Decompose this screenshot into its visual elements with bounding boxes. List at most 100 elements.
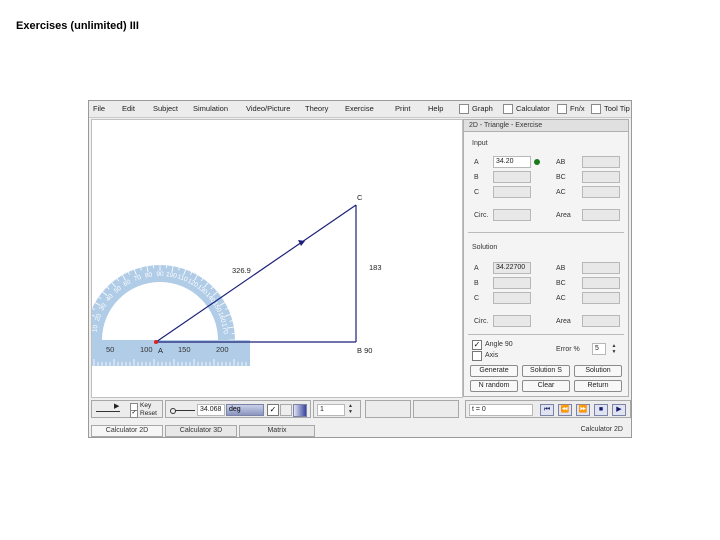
solution-label-ab: AB xyxy=(556,265,566,272)
step-forward-icon[interactable]: ⏩ xyxy=(576,404,590,416)
protractor-number: 90 xyxy=(156,271,164,278)
drawing-canvas[interactable]: 10 20 30 40 50 60 70 80 90 100 110 120 130 140 150 160 1… xyxy=(91,119,463,398)
tab-calculator-3d[interactable]: Calculator 3D xyxy=(165,425,237,437)
angle-control-group: 34.068 deg ✓ xyxy=(165,400,311,418)
line-style-icon xyxy=(96,411,120,412)
vertex-a-point[interactable] xyxy=(154,340,158,344)
pointer-line-icon xyxy=(175,410,195,411)
exercise-panel: 2D - Triangle - Exercise Input A 34.20 A… xyxy=(463,119,629,397)
menu-exercise[interactable]: Exercise xyxy=(345,104,374,113)
solution-heading: Solution xyxy=(472,244,498,251)
tab-matrix[interactable]: Matrix xyxy=(239,425,315,437)
clear-button[interactable]: Clear xyxy=(522,380,570,392)
time-field[interactable]: t = 0 xyxy=(469,404,533,416)
solution-label-b: B xyxy=(474,280,479,287)
input-label-b: B xyxy=(474,174,479,181)
input-ab-field[interactable] xyxy=(582,156,620,168)
stop-icon[interactable]: ■ xyxy=(594,404,608,416)
graph-label: Graph xyxy=(472,104,493,113)
reset-checkbox[interactable]: ✓ xyxy=(130,410,138,418)
solution-c-field xyxy=(493,292,531,304)
menu-edit[interactable]: Edit xyxy=(122,104,135,113)
input-ac-field[interactable] xyxy=(582,186,620,198)
input-c-field[interactable] xyxy=(493,186,531,198)
solution-ac-field xyxy=(582,292,620,304)
input-b-field[interactable] xyxy=(493,171,531,183)
calculator-checkbox[interactable] xyxy=(503,104,513,115)
pointer-icon xyxy=(170,408,176,414)
solution-button[interactable]: Solution xyxy=(574,365,622,377)
n-random-button[interactable]: N random xyxy=(470,380,518,392)
canvas-svg: 102030405060 70 80 90 100 1101201301401501601… xyxy=(92,193,382,366)
menu-subject[interactable]: Subject xyxy=(153,104,178,113)
input-label-bc: BC xyxy=(556,174,566,181)
menu-file[interactable]: File xyxy=(93,104,105,113)
angle-enable-checkbox[interactable]: ✓ xyxy=(267,404,279,416)
input-label-ac: AC xyxy=(556,189,566,196)
solution-label-a: A xyxy=(474,265,479,272)
ruler-label-200: 200 xyxy=(216,345,229,354)
input-label-c: C xyxy=(474,189,480,196)
toggle-calculator[interactable]: Calculator xyxy=(503,104,550,115)
error-input[interactable]: 5 xyxy=(592,343,606,355)
toggle-tooltip[interactable]: Tool Tip xyxy=(591,104,630,115)
hypotenuse-length-label: 326.9 xyxy=(232,266,251,275)
input-heading: Input xyxy=(472,140,488,147)
menu-video-picture[interactable]: Video/Picture xyxy=(246,104,290,113)
tab-calculator-2d[interactable]: Calculator 2D xyxy=(91,425,163,437)
angle-value-field[interactable]: 34.068 xyxy=(197,404,225,416)
step-spinner[interactable]: ▲ ▼ xyxy=(348,403,353,415)
tooltip-checkbox[interactable] xyxy=(591,104,601,115)
solution-s-button[interactable]: Solution S xyxy=(522,365,570,377)
menu-print[interactable]: Print xyxy=(395,104,410,113)
input-label-area: Area xyxy=(556,212,571,219)
key-label: Key xyxy=(140,402,152,409)
axis-checkbox[interactable] xyxy=(472,351,482,361)
error-spinner[interactable]: ▲ ▼ xyxy=(608,343,620,355)
vertex-c-label: C xyxy=(357,193,363,202)
solution-area-field xyxy=(582,315,620,327)
input-bc-field[interactable] xyxy=(582,171,620,183)
step-field[interactable]: 1 xyxy=(317,404,345,416)
solution-label-circ: Circ. xyxy=(474,318,489,325)
play-icon[interactable]: ▶ xyxy=(612,404,626,416)
fnx-label: Fn/x xyxy=(570,104,585,113)
fnx-checkbox[interactable] xyxy=(557,104,567,115)
rewind-icon[interactable]: ⏪ xyxy=(558,404,572,416)
slide-title: Exercises (unlimited) III xyxy=(16,20,139,32)
menu-simulation[interactable]: Simulation xyxy=(193,104,228,113)
panel-title: 2D - Triangle - Exercise xyxy=(464,120,628,132)
status-dot-icon xyxy=(534,159,540,165)
menu-theory[interactable]: Theory xyxy=(305,104,328,113)
color-swatch[interactable] xyxy=(293,404,307,417)
key-reset-group: ▶ Key ✓ Reset xyxy=(91,400,163,418)
input-a-field[interactable]: 34.20 xyxy=(493,156,531,168)
return-button[interactable]: Return xyxy=(574,380,622,392)
input-label-a: A xyxy=(474,159,479,166)
first-frame-icon[interactable]: ⏮ xyxy=(540,404,554,416)
ruler-label-50: 50 xyxy=(106,345,114,354)
menu-help[interactable]: Help xyxy=(428,104,443,113)
toggle-graph[interactable]: Graph xyxy=(459,104,493,115)
input-area-field[interactable] xyxy=(582,209,620,221)
vertical-length-label: 183 xyxy=(369,263,382,272)
input-circ-field[interactable] xyxy=(493,209,531,221)
angle-90-label: Angle 90 xyxy=(485,341,513,348)
generate-button[interactable]: Generate xyxy=(470,365,518,377)
vertex-a-label: A xyxy=(158,346,163,355)
angle-option-box[interactable] xyxy=(280,404,292,416)
protractor[interactable]: 102030405060 70 80 90 100 1101201301401501601… xyxy=(92,265,250,366)
graph-checkbox[interactable] xyxy=(459,104,469,115)
empty-box-2 xyxy=(413,400,459,418)
input-label-circ: Circ. xyxy=(474,212,489,219)
ruler-label-150: 150 xyxy=(178,345,191,354)
bottom-toolbar: ▶ Key ✓ Reset 34.068 deg ✓ 1 ▲ ▼ t = 0 ⏮ … xyxy=(91,400,631,420)
solution-circ-field xyxy=(493,315,531,327)
toggle-fnx[interactable]: Fn/x xyxy=(557,104,585,115)
play-arrow-icon[interactable]: ▶ xyxy=(114,402,119,410)
angle-unit-dropdown[interactable]: deg xyxy=(226,404,264,416)
angle-90-checkbox[interactable]: ✓ xyxy=(472,340,482,350)
step-group: 1 ▲ ▼ xyxy=(313,400,361,418)
solution-label-c: C xyxy=(474,295,480,302)
solution-ab-field xyxy=(582,262,620,274)
